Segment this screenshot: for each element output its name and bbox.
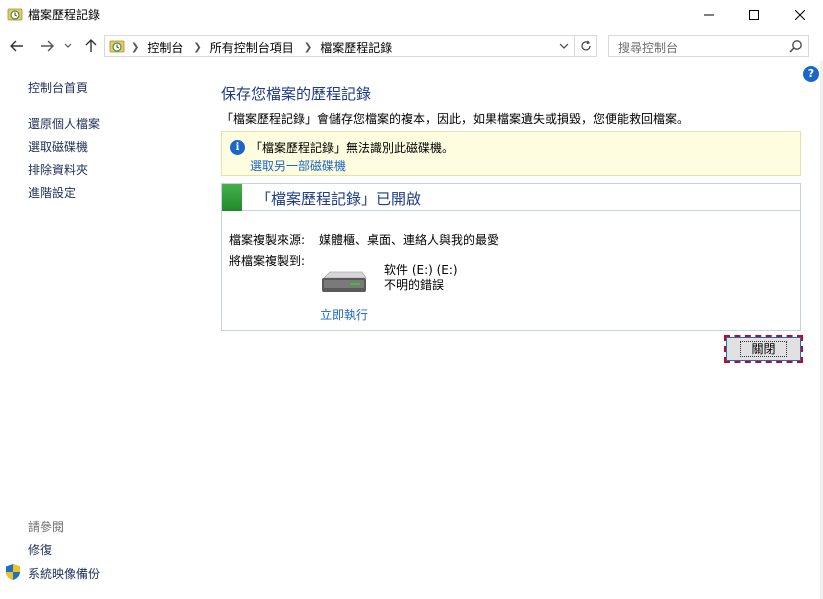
arrow-left-icon	[10, 40, 23, 52]
sidebar-link-select-drive[interactable]: 選取磁碟機	[28, 138, 88, 155]
info-banner: i 「檔案歷程記錄」無法識別此磁碟機。 選取另一部磁碟機	[221, 131, 801, 176]
arrow-right-icon	[41, 40, 54, 52]
see-also-heading: 請參閱	[28, 520, 65, 534]
status-header: 「檔案歷程記錄」已開啟	[222, 184, 800, 211]
help-button[interactable]: ?	[803, 66, 819, 82]
sidebar-link-control-panel-home[interactable]: 控制台首頁	[28, 79, 88, 96]
refresh-button[interactable]	[575, 35, 597, 57]
select-another-drive-link[interactable]: 選取另一部磁碟機	[250, 157, 346, 174]
close-button[interactable]: 關閉	[724, 335, 803, 363]
refresh-icon	[580, 40, 591, 51]
breadcrumb-separator-icon[interactable]: ❯	[131, 42, 139, 53]
chevron-down-icon	[64, 43, 72, 48]
window-title: 檔案歷程記錄	[28, 8, 101, 22]
recent-locations-button[interactable]	[60, 35, 76, 57]
forward-button[interactable]	[36, 35, 58, 57]
title-bar: 檔案歷程記錄	[0, 0, 823, 29]
page-description: 「檔案歷程記錄」會儲存您檔案的複本，因此，如果檔案遺失或損毀，您便能救回檔案。	[221, 112, 690, 126]
breadcrumb-separator-icon[interactable]: ❯	[304, 42, 312, 53]
see-also-link-system-image-backup[interactable]: 系統映像備份	[28, 565, 100, 582]
breadcrumb-item[interactable]: 控制台	[147, 39, 183, 56]
minimize-button[interactable]	[686, 0, 732, 29]
file-history-icon	[7, 8, 23, 21]
copy-destination-label: 將檔案複製到:	[229, 254, 306, 268]
search-icon	[789, 40, 802, 53]
sidebar-link-advanced-settings[interactable]: 進階設定	[28, 184, 76, 201]
page-title: 保存您檔案的歷程記錄	[221, 85, 372, 103]
address-bar[interactable]: ❯ 控制台 ❯ 所有控制台項目 ❯ 檔案歷程記錄	[104, 35, 575, 57]
arrow-up-icon	[85, 39, 97, 52]
status-title: 「檔案歷程記錄」已開啟	[256, 190, 422, 208]
search-input[interactable]: 搜尋控制台	[608, 35, 809, 57]
hard-drive-icon	[322, 271, 367, 292]
sidebar-link-restore-files[interactable]: 還原個人檔案	[28, 115, 100, 132]
status-panel: 「檔案歷程記錄」已開啟 檔案複製來源: 媒體櫃、桌面、連絡人與我的最愛 將檔案複…	[221, 183, 801, 331]
breadcrumb-separator-icon[interactable]: ❯	[193, 42, 201, 53]
chevron-down-icon	[559, 43, 569, 49]
close-icon	[795, 9, 805, 20]
maximize-button[interactable]	[731, 0, 777, 29]
up-button[interactable]	[80, 35, 102, 57]
status-indicator	[222, 184, 242, 211]
info-message: 「檔案歷程記錄」無法識別此磁碟機。	[250, 141, 455, 155]
close-button-label: 關閉	[740, 341, 787, 357]
back-button[interactable]	[6, 35, 28, 57]
breadcrumb: ❯ 控制台 ❯ 所有控制台項目 ❯ 檔案歷程記錄	[131, 39, 402, 56]
control-panel-icon	[109, 40, 125, 53]
maximize-icon	[749, 9, 759, 20]
copy-source-value: 媒體櫃、桌面、連絡人與我的最愛	[319, 233, 500, 247]
address-toolbar: ❯ 控制台 ❯ 所有控制台項目 ❯ 檔案歷程記錄 搜尋控制台	[0, 31, 823, 61]
run-now-link[interactable]: 立即執行	[320, 306, 368, 323]
copy-source-label: 檔案複製來源:	[229, 233, 306, 247]
search-placeholder: 搜尋控制台	[618, 41, 679, 55]
breadcrumb-item[interactable]: 檔案歷程記錄	[320, 39, 392, 56]
sidebar-link-exclude-folders[interactable]: 排除資料夾	[28, 161, 88, 178]
drive-error-status: 不明的錯誤	[384, 278, 445, 292]
minimize-icon	[704, 14, 714, 15]
close-window-button[interactable]	[777, 0, 823, 29]
info-icon: i	[230, 140, 245, 155]
address-dropdown-button[interactable]	[556, 38, 572, 54]
shield-icon	[6, 564, 20, 580]
see-also-link-recovery[interactable]: 修復	[28, 541, 52, 558]
breadcrumb-item[interactable]: 所有控制台項目	[210, 39, 294, 56]
